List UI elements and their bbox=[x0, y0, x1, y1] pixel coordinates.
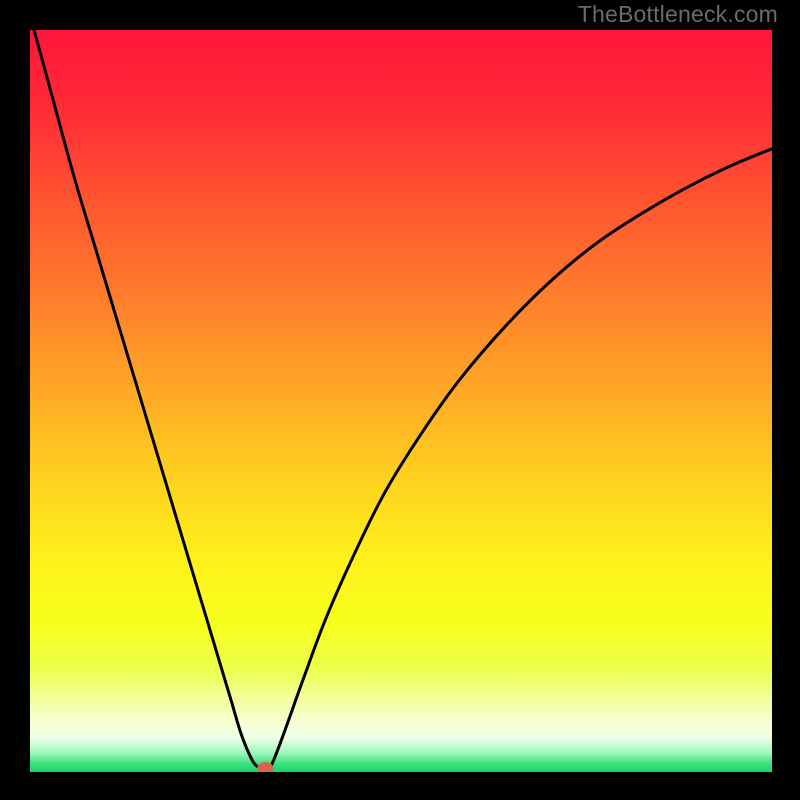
chart-frame: TheBottleneck.com bbox=[0, 0, 800, 800]
bottleneck-chart bbox=[0, 0, 800, 800]
optimal-marker bbox=[257, 762, 273, 774]
